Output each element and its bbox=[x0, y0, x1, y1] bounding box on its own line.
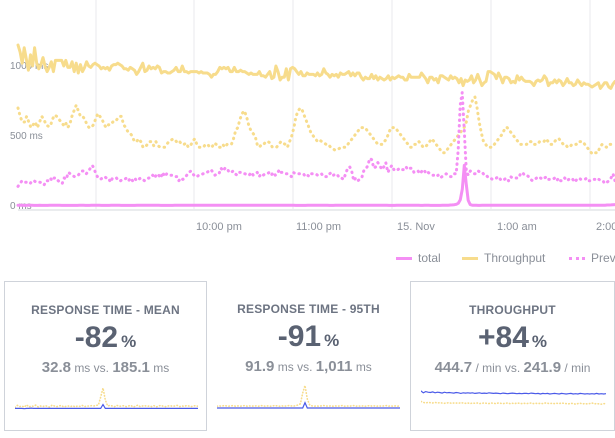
card-percent-change: -91% bbox=[207, 320, 410, 354]
vs-text: vs. bbox=[297, 360, 313, 374]
sparkline bbox=[217, 385, 400, 409]
percent-value: +84 bbox=[477, 321, 529, 354]
percent-value: -82 bbox=[74, 321, 119, 354]
x-tick-label: 11:00 pm bbox=[296, 221, 341, 233]
legend-item-throughput[interactable]: Throughput bbox=[462, 251, 545, 265]
previous-value: 241.9 bbox=[523, 359, 562, 376]
percent-value: -91 bbox=[277, 320, 322, 353]
x-tick-label: 1:00 am bbox=[497, 221, 537, 233]
y-tick-label: 500 ms bbox=[10, 131, 43, 142]
current-unit: ms bbox=[74, 361, 91, 375]
legend-label-throughput: Throughput bbox=[484, 251, 546, 265]
legend-item-total[interactable]: total bbox=[396, 251, 441, 265]
current-value: 32.8 bbox=[41, 359, 71, 376]
previous-unit: ms bbox=[153, 361, 170, 375]
x-tick-label: 2:00 bbox=[596, 221, 615, 233]
percent-unit: % bbox=[531, 332, 547, 351]
current-unit: ms bbox=[277, 360, 294, 374]
current-unit: / min bbox=[475, 361, 502, 375]
previous-unit: ms bbox=[355, 360, 372, 374]
current-value: 91.9 bbox=[245, 358, 275, 375]
legend-swatch-total bbox=[396, 256, 412, 260]
card-response-time-mean[interactable]: RESPONSE TIME - MEAN -82% 32.8 ms vs. 18… bbox=[4, 281, 207, 431]
sparkline-previous bbox=[217, 385, 400, 408]
response-time-chart[interactable]: 1000 ms500 ms0 ms10:00 pm 11:00 pm 15. Nov… bbox=[0, 0, 615, 245]
series-line-prev bbox=[16, 95, 615, 156]
card-title: RESPONSE TIME - MEAN bbox=[31, 303, 180, 317]
sparkline-current bbox=[421, 390, 606, 395]
series-line-throughput bbox=[16, 43, 615, 90]
card-title: RESPONSE TIME - 95TH bbox=[237, 302, 380, 316]
x-tick-label: 15. Nov bbox=[397, 221, 435, 233]
legend-swatch-prev bbox=[569, 256, 585, 260]
card-title: THROUGHPUT bbox=[469, 303, 556, 317]
legend-swatch-throughput bbox=[462, 256, 478, 260]
sparkline bbox=[421, 390, 606, 406]
previous-unit: / min bbox=[564, 361, 591, 375]
sparkline-previous bbox=[15, 387, 198, 409]
sparkline bbox=[15, 387, 198, 410]
previous-value: 185.1 bbox=[112, 359, 150, 376]
x-tick-label: 10:00 pm bbox=[196, 221, 242, 233]
card-response-time-95th[interactable]: RESPONSE TIME - 95TH -91% 91.9 ms vs. 1,… bbox=[207, 281, 410, 431]
series-line-total bbox=[16, 163, 615, 207]
chart-legend: total Throughput Prev bbox=[0, 251, 615, 267]
vs-text: vs. bbox=[504, 361, 521, 375]
legend-label-prev: Prev bbox=[591, 251, 615, 265]
summary-cards: RESPONSE TIME - MEAN -82% 32.8 ms vs. 18… bbox=[0, 281, 615, 438]
card-comparison: 91.9 ms vs. 1,011 ms bbox=[207, 358, 410, 375]
sparkline-current bbox=[15, 403, 198, 410]
card-comparison: 444.7 / min vs. 241.9 / min bbox=[411, 359, 614, 376]
current-value: 444.7 bbox=[434, 359, 473, 376]
vs-text: vs. bbox=[93, 361, 109, 375]
percent-unit: % bbox=[324, 331, 340, 350]
sparkline-previous bbox=[421, 400, 606, 406]
legend-label-total: total bbox=[418, 251, 441, 265]
card-throughput[interactable]: THROUGHPUT +84% 444.7 / min vs. 241.9 / … bbox=[410, 281, 615, 431]
card-comparison: 32.8 ms vs. 185.1 ms bbox=[5, 359, 206, 376]
card-percent-change: -82% bbox=[5, 321, 206, 355]
previous-value: 1,011 bbox=[315, 358, 353, 375]
card-percent-change: +84% bbox=[411, 321, 614, 355]
percent-unit: % bbox=[121, 332, 137, 351]
legend-item-prev[interactable]: Prev bbox=[569, 251, 615, 265]
